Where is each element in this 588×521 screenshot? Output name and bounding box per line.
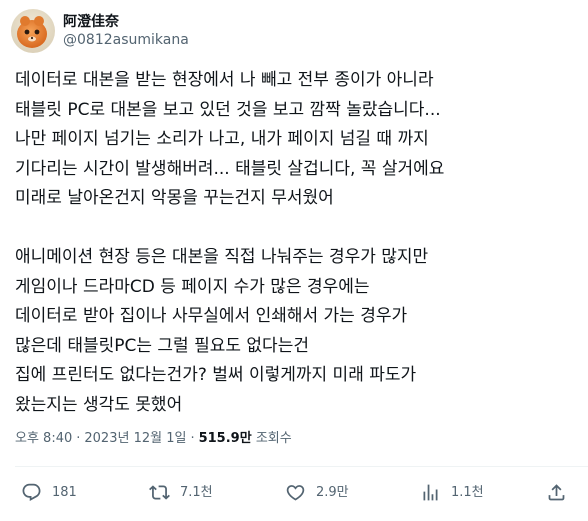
author-display-name[interactable]: 阿澄佳奈	[63, 13, 189, 31]
bar-chart-icon	[423, 484, 438, 501]
tweet-meta: 오후 8:40 · 2023년 12월 1일 · 515.9만 조회수	[15, 430, 292, 448]
tweet-text-line: 미래로 날아온건지 악몽을 꾸는건지 무서웠어	[15, 188, 334, 208]
tweet-text-line: 애니메이션 현장 등은 대본을 직접 나눠주는 경우가 많지만	[15, 247, 429, 267]
tweet-text-line: 집에 프린터도 없다는건가? 벌써 이렇게까지 미래 파도가	[15, 365, 417, 385]
tweet-text-line: 게임이나 드라마CD 등 페이지 수가 많은 경우에는	[15, 276, 370, 297]
like-button[interactable]: 2.9만	[285, 482, 349, 503]
author-handle[interactable]: @0812asumikana	[63, 31, 189, 49]
share-button[interactable]	[546, 482, 567, 503]
like-count: 2.9만	[316, 485, 349, 500]
avatar-image	[11, 9, 55, 53]
tweet-text-line: 데이터로 받아 집이나 사무실에서 인쇄해서 가는 경우가	[15, 306, 408, 326]
tweet-text-line: 많은데 태블릿PC는 그럴 필요도 없다는건	[15, 335, 309, 356]
meta-separator: ·	[76, 431, 81, 446]
tweet-date[interactable]: 2023년 12월 1일	[84, 431, 186, 446]
tweet-text-line: 기다리는 시간이 발생해버려... 태블릿 살겁니다, 꼭 살거에요	[15, 158, 445, 179]
tweet-text-line: 태블릿 PC로 대본을 보고 있던 것을 보고 깜짝 놀랐습니다...	[15, 99, 441, 120]
reply-count: 181	[52, 485, 77, 500]
heart-icon	[286, 485, 305, 501]
meta-separator: ·	[190, 431, 195, 446]
views-label: 조회수	[255, 431, 292, 446]
author-names: 阿澄佳奈 @0812asumikana	[63, 13, 189, 49]
views-button[interactable]: 1.1천	[420, 482, 484, 503]
tweet-timestamp[interactable]: 오후 8:40 · 2023년 12월 1일	[15, 431, 186, 446]
views-action-count: 1.1천	[451, 485, 484, 500]
tweet-text-line: 왔는지는 생각도 못했어	[15, 394, 183, 415]
speech-bubble-icon	[22, 483, 41, 501]
divider	[15, 466, 588, 467]
views-count: 515.9만	[198, 431, 252, 446]
tweet-header: 阿澄佳奈 @0812asumikana	[11, 8, 189, 54]
tweet-time[interactable]: 오후 8:40	[15, 431, 72, 446]
share-upload-icon	[548, 484, 565, 501]
repost-arrows-icon	[149, 485, 170, 500]
avatar[interactable]	[11, 9, 55, 53]
repost-button[interactable]: 7.1천	[149, 482, 213, 503]
repost-count: 7.1천	[180, 485, 213, 500]
action-bar: 181 7.1천 2.9만 1.1천	[0, 470, 588, 518]
tweet-card: 阿澄佳奈 @0812asumikana 데이터로 대본을 받는 현장에서 나 빼…	[0, 0, 588, 521]
reply-button[interactable]: 181	[21, 482, 77, 503]
tweet-text-line: 데이터로 대본을 받는 현장에서 나 빼고 전부 종이가 아니라	[15, 70, 434, 90]
tweet-text-line: 나만 페이지 넘기는 소리가 나고, 내가 페이지 넘길 때 까지	[15, 129, 429, 149]
tweet-text: 데이터로 대본을 받는 현장에서 나 빼고 전부 종이가 아니라 태블릿 PC로…	[15, 66, 577, 420]
